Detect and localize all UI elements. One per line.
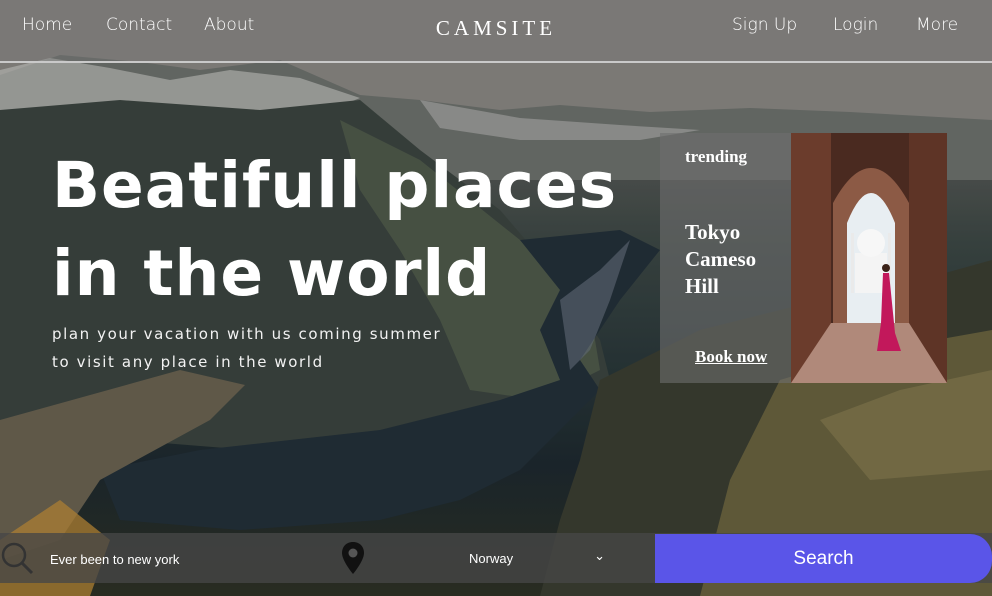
search-input[interactable] [44, 541, 332, 577]
map-pin-icon [342, 542, 364, 574]
hero-subtitle: plan your vacation with us coming summer… [52, 320, 532, 376]
nav-more-link[interactable]: More [916, 15, 958, 35]
trending-photo[interactable] [791, 133, 947, 383]
top-navigation: Home Contact About CAMSITE Sign Up Login… [0, 0, 992, 63]
trending-card: trending Tokyo Cameso Hill Book now [660, 133, 791, 383]
search-icon[interactable] [0, 541, 34, 575]
hero-title-line-2: in the world [52, 237, 492, 310]
hero-subtitle-line-1: plan your vacation with us coming summer [52, 325, 442, 343]
trending-place-name: Tokyo Cameso Hill [685, 220, 757, 298]
location-select-value: Norway [469, 551, 514, 566]
nav-login-link[interactable]: Login [833, 15, 878, 35]
hero-title: Beatifull places in the world [52, 142, 692, 318]
hero-title-line-1: Beatifull places [52, 149, 618, 222]
location-select[interactable]: Norway ⌄ [465, 543, 605, 573]
palace-arch-image [791, 133, 947, 383]
chevron-down-icon: ⌄ [594, 549, 605, 564]
trending-label: trending [685, 147, 748, 166]
book-now-link[interactable]: Book now [695, 347, 767, 367]
nav-signup-link[interactable]: Sign Up [732, 15, 797, 35]
hero-subtitle-line-2: to visit any place in the world [52, 353, 324, 371]
search-button[interactable]: Search [655, 534, 992, 583]
